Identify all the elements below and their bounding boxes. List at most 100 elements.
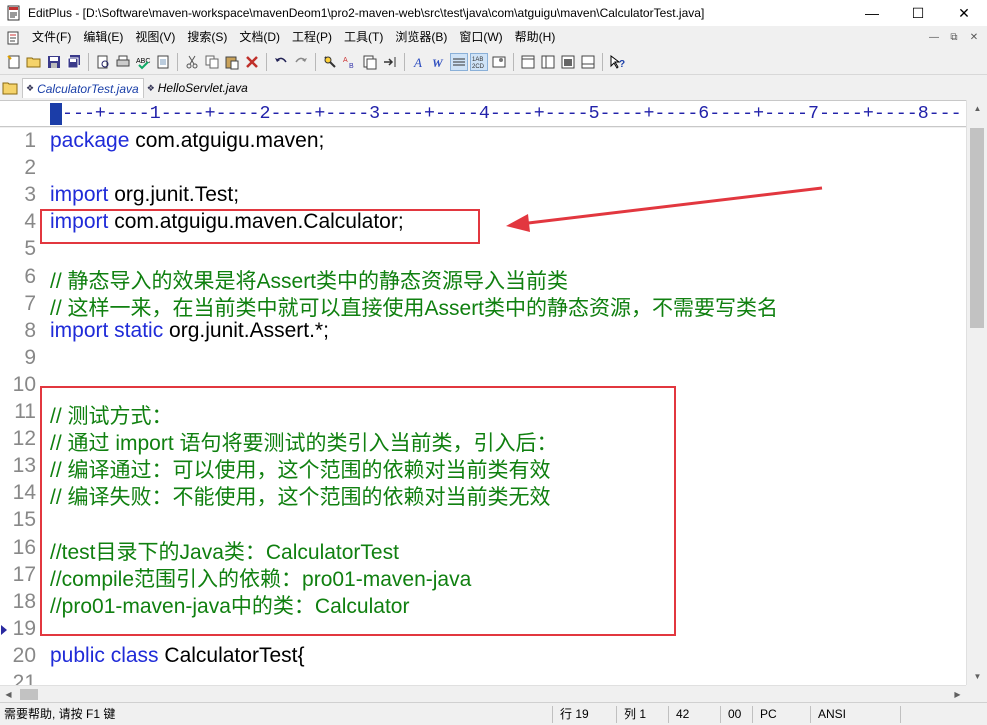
document-tabs: ❖ CalculatorTest.java ❖ HelloServlet.jav… (0, 77, 987, 99)
keyword-token: import static (50, 318, 164, 342)
code-text: import static org.junit.Assert.*; (50, 319, 329, 343)
line-number: 15 (12, 508, 36, 532)
cut-icon[interactable] (183, 53, 201, 71)
line-number: 9 (24, 345, 36, 369)
word-wrap-icon[interactable]: W (430, 53, 448, 71)
menu-tools[interactable]: 工具(T) (338, 27, 389, 48)
find-in-files-icon[interactable] (361, 53, 379, 71)
spell-check-icon[interactable]: ABC (134, 53, 152, 71)
scroll-down-icon[interactable]: ▼ (967, 668, 987, 685)
horizontal-scrollbar[interactable]: ◀ ▶ (0, 685, 966, 702)
menu-window[interactable]: 窗口(W) (453, 27, 508, 48)
column-ruler: ---+----1----+----2----+----3----+----4-… (0, 100, 966, 127)
status-column: 列 1 (624, 707, 647, 721)
redo-icon[interactable] (292, 53, 310, 71)
line-number: 20 (12, 643, 36, 667)
horizontal-scroll-thumb[interactable] (20, 689, 38, 700)
tab-label: CalculatorTest.java (37, 81, 139, 96)
mdi-restore-button[interactable]: ⧉ (945, 29, 963, 45)
mdi-close-button[interactable]: ✕ (965, 29, 983, 45)
code-line[interactable]: 20 public class CalculatorTest{ (0, 644, 966, 671)
menu-help[interactable]: 帮助(H) (509, 27, 562, 48)
print-preview-icon[interactable] (94, 53, 112, 71)
comment-token: // 这样一来，在当前类中就可以直接使用Assert类中的静态资源，不需要写类名 (50, 296, 779, 320)
code-line[interactable]: 9 (0, 346, 966, 373)
scroll-right-icon[interactable]: ▶ (949, 686, 966, 703)
save-all-icon[interactable] (65, 53, 83, 71)
print-icon[interactable] (114, 53, 132, 71)
browser-icon[interactable] (559, 53, 577, 71)
code-line[interactable]: 6 // 静态导入的效果是将Assert类中的静态资源导入当前类 (0, 265, 966, 293)
menu-bar: 文件(F) 编辑(E) 视图(V) 搜索(S) 文档(D) 工程(P) 工具(T… (0, 27, 987, 48)
line-number: 18 (12, 589, 36, 613)
code-line[interactable]: 1 package com.atguigu.maven; (0, 129, 966, 156)
code-text: package com.atguigu.maven; (50, 129, 324, 153)
code-token: org.junit.Assert.*; (163, 318, 329, 342)
font-icon[interactable]: A (410, 53, 428, 71)
toolbar-separator (602, 52, 603, 71)
minimize-button[interactable]: — (849, 0, 895, 26)
menu-search[interactable]: 搜索(S) (181, 27, 233, 48)
menu-file[interactable]: 文件(F) (26, 27, 77, 48)
tab-hello-servlet[interactable]: ❖ HelloServlet.java (144, 78, 252, 98)
vertical-scrollbar[interactable]: ▲ ▼ (966, 100, 987, 685)
ruler-icon[interactable]: 1AB 2CD (470, 52, 488, 71)
scroll-up-icon[interactable]: ▲ (967, 100, 987, 117)
scrollbar-corner (966, 685, 987, 702)
menu-document[interactable]: 文档(D) (233, 27, 286, 48)
line-number: 2 (24, 156, 36, 180)
keyword-token: package (50, 129, 130, 152)
save-icon[interactable] (45, 53, 63, 71)
undo-icon[interactable] (272, 53, 290, 71)
directory-icon[interactable] (539, 53, 557, 71)
svg-text:A: A (413, 55, 422, 70)
menu-browser[interactable]: 浏览器(B) (389, 27, 453, 48)
replace-icon[interactable]: AB (341, 53, 359, 71)
tab-calculator-test[interactable]: ❖ CalculatorTest.java (22, 78, 144, 98)
code-token: CalculatorTest{ (158, 643, 305, 667)
scroll-left-icon[interactable]: ◀ (0, 686, 17, 703)
new-file-icon[interactable] (5, 53, 23, 71)
code-line[interactable]: 8 import static org.junit.Assert.*; (0, 319, 966, 346)
svg-text:B: B (349, 63, 354, 70)
settings-icon[interactable] (490, 53, 508, 71)
code-line[interactable]: 3 import org.junit.Test; (0, 183, 966, 210)
mdi-minimize-button[interactable]: — (925, 29, 943, 45)
code-editor[interactable]: 21 20 public class CalculatorTest{19 18//pr… (0, 128, 966, 685)
menu-view[interactable]: 视图(V) (129, 27, 181, 48)
line-number: 7 (24, 291, 36, 315)
svg-text:?: ? (619, 59, 625, 70)
code-token: org.junit.Test; (108, 183, 240, 207)
toolbar: ABC AB A W 1AB 2CD ? (0, 49, 987, 75)
svg-text:ABC: ABC (136, 58, 150, 65)
line-number: 1 (24, 129, 36, 152)
line-number: 4 (24, 210, 36, 234)
find-icon[interactable] (321, 53, 339, 71)
toolbar-separator (404, 52, 405, 71)
line-number: 17 (12, 562, 36, 586)
delete-icon[interactable] (243, 53, 261, 71)
copy-icon[interactable] (203, 53, 221, 71)
tab-label: HelloServlet.java (157, 81, 248, 95)
help-icon[interactable]: ? (608, 53, 626, 71)
code-line[interactable]: 7 // 这样一来，在当前类中就可以直接使用Assert类中的静态资源，不需要写类… (0, 291, 966, 322)
goto-line-icon[interactable] (381, 53, 399, 71)
code-line[interactable]: 2 (0, 156, 966, 183)
line-number-icon[interactable] (450, 52, 468, 71)
vertical-scroll-thumb[interactable] (970, 128, 984, 328)
code-text: public class CalculatorTest{ (50, 644, 304, 668)
clipboard-icon[interactable] (154, 53, 172, 71)
menu-edit[interactable]: 编辑(E) (77, 27, 129, 48)
window-layout-icon[interactable] (519, 53, 537, 71)
code-line[interactable]: 21 (0, 671, 966, 685)
folder-icon[interactable] (2, 81, 18, 95)
paste-icon[interactable] (223, 53, 241, 71)
line-number: 21 (12, 671, 36, 685)
open-folder-icon[interactable] (25, 53, 43, 71)
maximize-button[interactable]: ☐ (895, 0, 941, 26)
code-text: // 这样一来，在当前类中就可以直接使用Assert类中的静态资源，不需要写类名 (50, 292, 778, 322)
close-button[interactable]: ✕ (941, 0, 987, 26)
editplus-app-icon (7, 5, 20, 21)
output-window-icon[interactable] (579, 53, 597, 71)
menu-project[interactable]: 工程(P) (286, 27, 338, 48)
